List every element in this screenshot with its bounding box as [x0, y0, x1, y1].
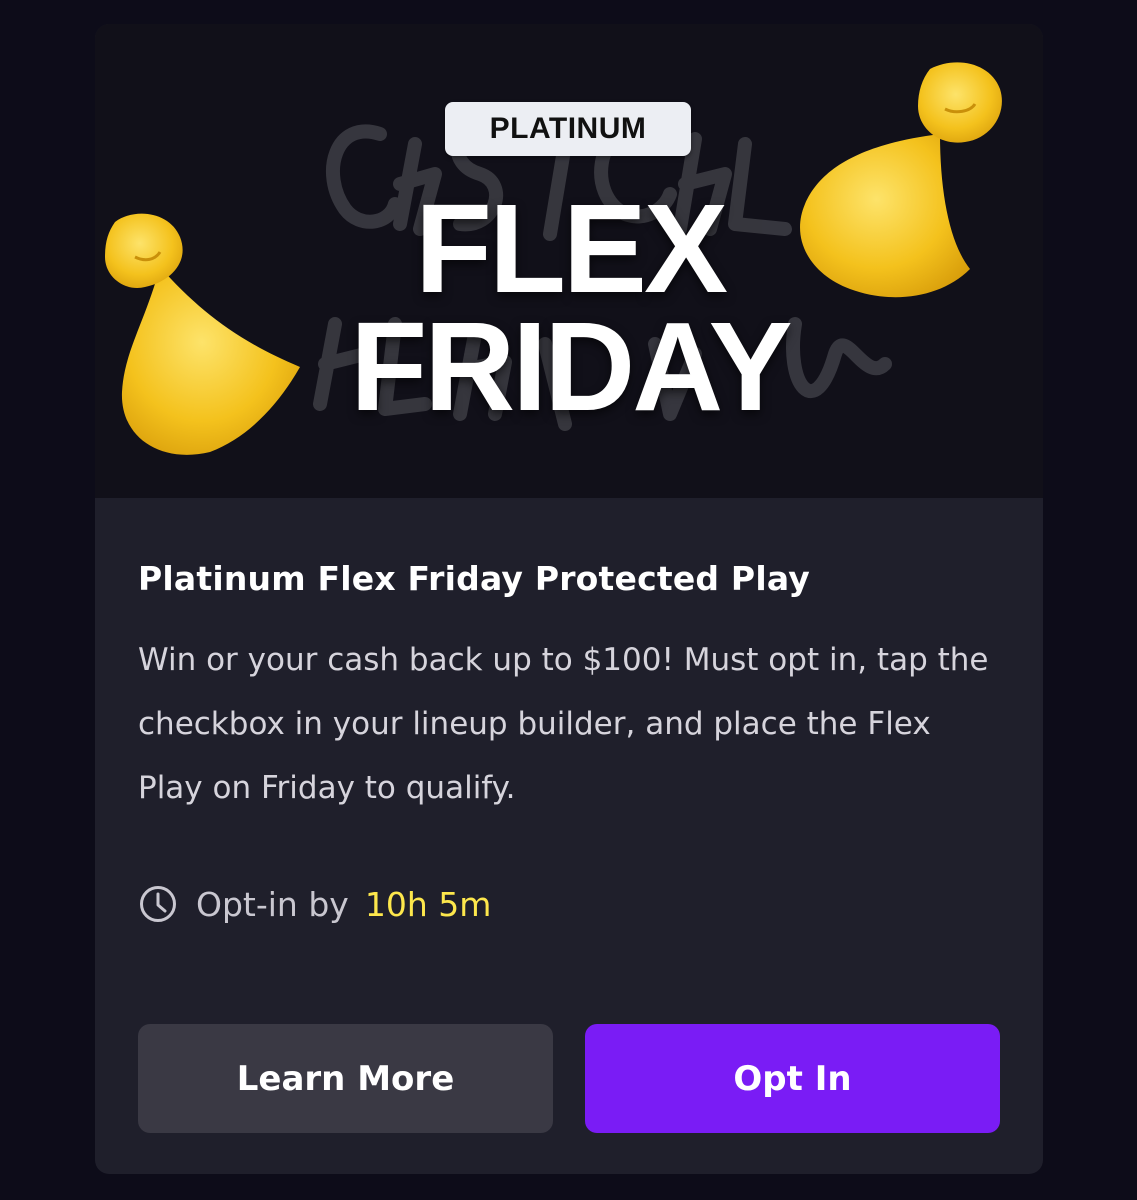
learn-more-button[interactable]: Learn More: [138, 1024, 553, 1133]
promo-banner: PLATINUM FLEX FRIDAY: [95, 24, 1043, 498]
opt-in-button[interactable]: Opt In: [585, 1024, 1000, 1133]
optin-deadline: Opt-in by 10h 5m: [138, 880, 491, 928]
banner-headline-line1: FLEX: [414, 178, 728, 319]
optin-label: Opt-in by: [196, 884, 349, 924]
tier-badge: PLATINUM: [445, 102, 691, 156]
promo-description: Win or your cash back up to $100! Must o…: [138, 642, 989, 806]
clock-icon: [140, 886, 176, 922]
promo-card: PLATINUM FLEX FRIDAY Platinum Flex Frida…: [95, 24, 1043, 1174]
optin-countdown: 10h 5m: [364, 884, 492, 924]
promo-title: Platinum Flex Friday Protected Play: [138, 559, 810, 598]
banner-headline-line2: FRIDAY: [350, 296, 792, 437]
